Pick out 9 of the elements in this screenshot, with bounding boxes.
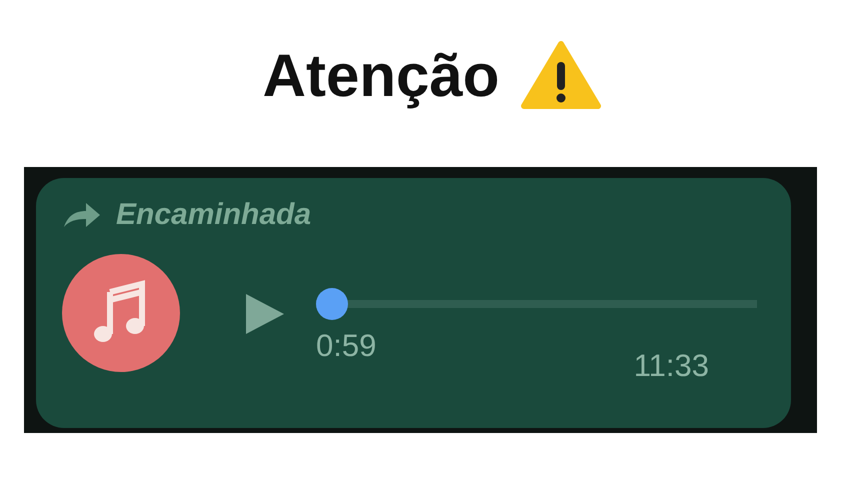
music-icon: [62, 254, 180, 372]
forwarded-label: Encaminhada: [116, 198, 312, 232]
warning-icon: [521, 40, 602, 110]
title: Atenção: [262, 40, 500, 110]
play-button[interactable]: [244, 292, 284, 336]
message-time: 11:33: [634, 348, 709, 384]
forward-icon: [62, 201, 102, 229]
audio-duration: 0:59: [316, 328, 376, 365]
slider-thumb[interactable]: [316, 288, 348, 320]
